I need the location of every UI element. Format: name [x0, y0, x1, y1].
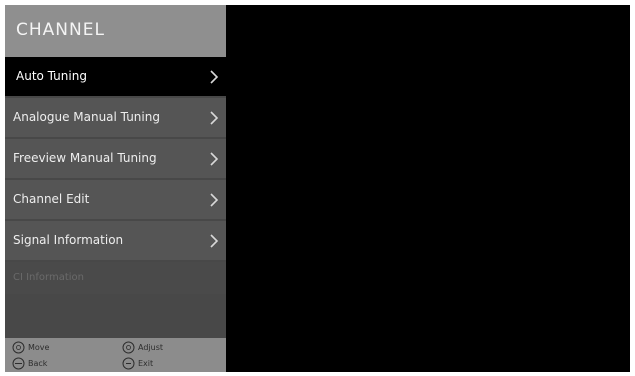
menu-item-label: Signal Information	[13, 233, 124, 247]
menu-item-label: Analogue Manual Tuning	[13, 110, 160, 124]
chevron-right-icon	[210, 193, 219, 207]
channel-menu: CHANNEL Auto Tuning Analogue Manual Tuni…	[5, 5, 226, 372]
exit-button-icon	[122, 357, 135, 370]
hint-adjust-label: Adjust	[138, 343, 164, 352]
menu-item-ci-information: CI Information	[5, 262, 226, 294]
hint-move-label: Move	[28, 343, 50, 352]
menu-item-label: Channel Edit	[13, 192, 90, 206]
menu-item-signal-information[interactable]: Signal Information	[5, 221, 226, 260]
hint-back-label: Back	[28, 359, 48, 368]
chevron-right-icon	[210, 70, 219, 84]
menu-item-label: Freeview Manual Tuning	[13, 151, 157, 165]
menu-item-label: Auto Tuning	[16, 69, 87, 83]
back-button-icon	[12, 357, 25, 370]
menu-item-freeview-manual-tuning[interactable]: Freeview Manual Tuning	[5, 139, 226, 178]
dpad-icon	[12, 341, 25, 354]
dpad-adjust-icon	[122, 341, 135, 354]
hint-exit-label: Exit	[138, 359, 154, 368]
menu-item-channel-edit[interactable]: Channel Edit	[5, 180, 226, 219]
menu-list: Auto Tuning Analogue Manual Tuning Freev…	[5, 57, 226, 296]
hint-move: Move	[12, 341, 49, 354]
menu-header: CHANNEL	[5, 5, 226, 57]
hint-adjust: Adjust	[122, 341, 163, 354]
menu-item-analogue-manual-tuning[interactable]: Analogue Manual Tuning	[5, 98, 226, 137]
hint-back: Back	[12, 357, 47, 370]
chevron-right-icon	[210, 234, 219, 248]
menu-item-label: CI Information	[13, 272, 84, 283]
chevron-right-icon	[210, 152, 219, 166]
chevron-right-icon	[210, 111, 219, 125]
tv-screen: CHANNEL Auto Tuning Analogue Manual Tuni…	[5, 5, 630, 372]
menu-item-auto-tuning[interactable]: Auto Tuning	[5, 57, 226, 96]
menu-title: CHANNEL	[16, 20, 105, 40]
hint-exit: Exit	[122, 357, 153, 370]
button-hints: Move Back Adjust Exit	[5, 338, 226, 372]
